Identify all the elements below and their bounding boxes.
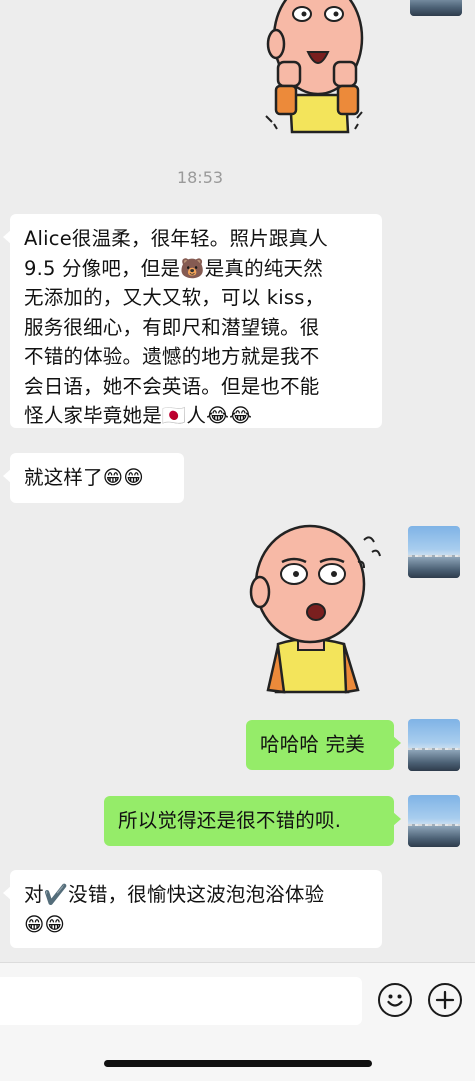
message-bubble-received[interactable]: 对✔️没错，很愉快这波泡泡浴体验 😁😁	[3, 870, 382, 948]
avatar-image-sea	[408, 557, 460, 578]
sticker-mid[interactable]	[248, 522, 388, 694]
avatar-image-sea	[408, 750, 460, 771]
message-line: Alice很温柔，很年轻。照片跟真人	[24, 227, 328, 250]
message-line: 不错的体验。遗憾的地方就是我不	[24, 345, 320, 368]
avatar-image-sea	[408, 826, 460, 847]
message-text: 就这样了😁😁	[24, 466, 144, 489]
emoji-button[interactable]	[378, 983, 412, 1017]
message-bubble-received[interactable]: 就这样了😁😁	[3, 453, 184, 503]
bald-cartoon-thumbs-up-sticker	[265, 0, 364, 134]
home-indicator	[104, 1060, 372, 1067]
my-avatar[interactable]	[408, 795, 460, 847]
message-line: 会日语，她不会英语。但是也不能	[24, 374, 320, 398]
my-avatar[interactable]	[408, 719, 460, 771]
smiley-face-icon	[386, 994, 403, 1007]
message-line: 9.5 分像吧，但是🐻是真的纯天然	[24, 256, 323, 280]
message-bubble-sent[interactable]: 所以觉得还是很不错的呗.	[104, 796, 401, 846]
my-avatar-top[interactable]	[410, 0, 462, 16]
message-text: 所以觉得还是很不错的呗.	[118, 809, 342, 832]
message-line: 😁😁	[24, 912, 66, 936]
message-bubble-received[interactable]: Alice很温柔，很年轻。照片跟真人 9.5 分像吧，但是🐻是真的纯天然 无添加…	[3, 214, 382, 428]
message-input[interactable]	[0, 977, 362, 1025]
message-text: 哈哈哈 完美	[260, 733, 365, 756]
my-avatar[interactable]	[408, 526, 460, 578]
message-line: 对✔️没错，很愉快这波泡泡浴体验	[24, 883, 325, 906]
avatar-image-sea	[410, 0, 462, 16]
bald-cartoon-dizzy-sticker	[249, 524, 381, 694]
message-bubble-sent[interactable]: 哈哈哈 完美	[246, 720, 401, 770]
sticker-top[interactable]	[262, 0, 372, 140]
message-line: 无添加的，又大又软，可以 kiss，	[24, 286, 325, 309]
plus-circle-icon	[435, 990, 454, 1009]
message-line: 怪人家毕竟她是🇯🇵人😂😂	[24, 404, 253, 427]
message-line: 服务很细心，有即尺和潜望镜。很	[24, 315, 320, 339]
more-button[interactable]	[428, 983, 462, 1017]
message-timestamp: 18:53	[176, 168, 224, 187]
